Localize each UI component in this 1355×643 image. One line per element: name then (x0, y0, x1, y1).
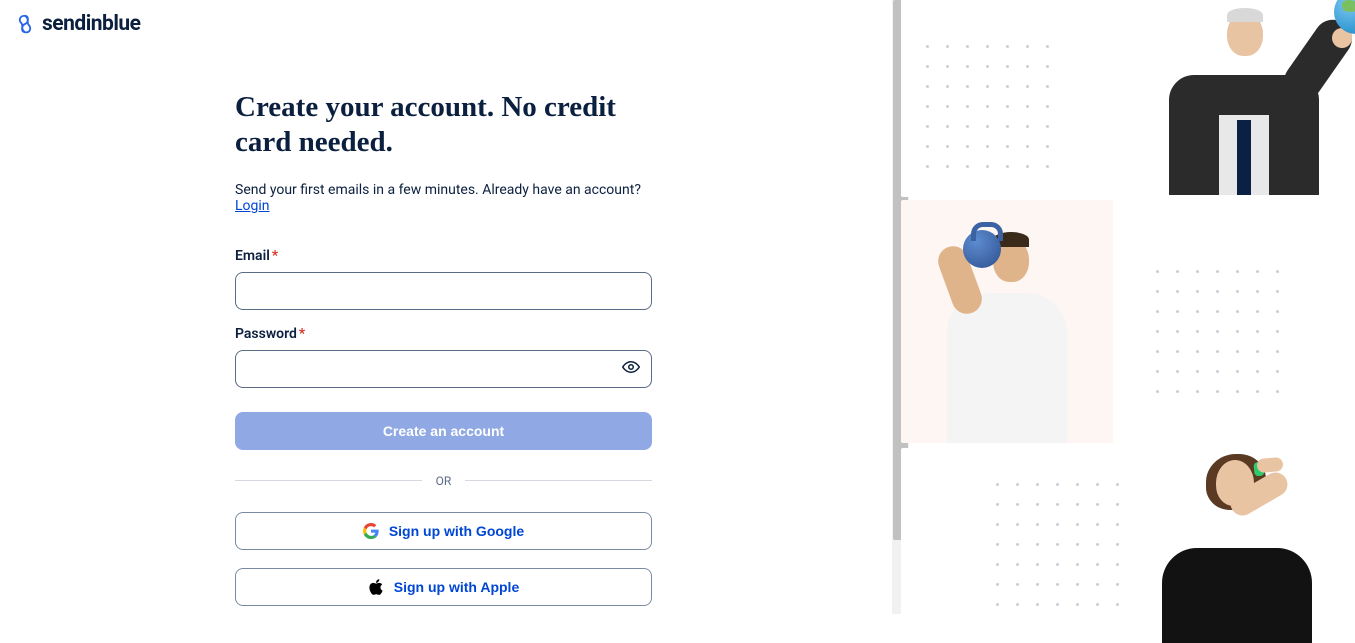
brand-logo: sendinblue (14, 12, 892, 36)
brand-logo-icon (14, 13, 36, 35)
create-account-button[interactable]: Create an account (235, 412, 652, 450)
page-title: Create your account. No credit card need… (235, 90, 652, 160)
show-password-icon[interactable] (622, 358, 640, 380)
apple-button-label: Sign up with Apple (394, 579, 519, 595)
dots-decoration (1156, 270, 1282, 396)
divider-text: OR (422, 474, 466, 488)
password-field[interactable] (235, 350, 652, 388)
signup-google-button[interactable]: Sign up with Google (235, 512, 652, 550)
apple-icon (368, 578, 384, 596)
gallery-tile (901, 0, 1113, 197)
subtitle-text: Send your first emails in a few minutes.… (235, 182, 641, 198)
illustration-man-kettlebell (917, 200, 1097, 443)
or-divider: OR (235, 474, 652, 488)
login-link[interactable]: Login (235, 198, 270, 214)
google-button-label: Sign up with Google (389, 523, 524, 539)
email-label: Email* (235, 248, 652, 264)
gallery-tile (1131, 200, 1343, 443)
password-label: Password* (235, 326, 652, 342)
kettlebell-icon (963, 230, 1001, 268)
dots-decoration (996, 483, 1122, 609)
google-icon (363, 523, 379, 539)
email-field[interactable] (235, 272, 652, 310)
subtitle: Send your first emails in a few minutes.… (235, 182, 652, 214)
required-mark: * (272, 248, 278, 264)
brand-name: sendinblue (42, 12, 141, 36)
required-mark: * (299, 326, 305, 342)
dots-decoration (926, 45, 1052, 171)
gallery (909, 0, 1355, 614)
illustration-businessman-globe (1159, 0, 1329, 195)
gallery-tile (901, 200, 1113, 443)
signup-apple-button[interactable]: Sign up with Apple (235, 568, 652, 606)
